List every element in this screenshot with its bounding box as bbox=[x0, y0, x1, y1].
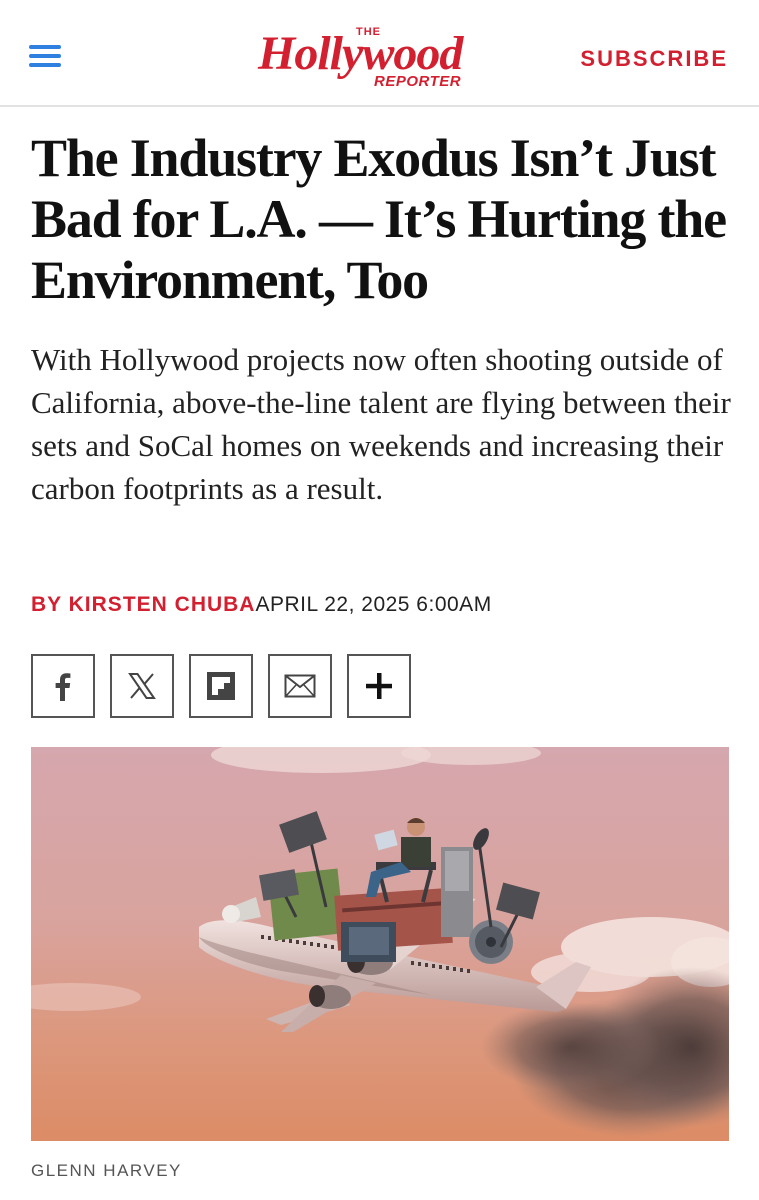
flipboard-icon bbox=[207, 672, 235, 700]
share-email-button[interactable] bbox=[268, 654, 332, 718]
byline-prefix: BY bbox=[31, 593, 69, 616]
site-logo[interactable]: THE Hollywood REPORTER bbox=[256, 26, 506, 92]
author-name: KIRSTEN CHUBA bbox=[68, 593, 256, 616]
logo-reporter-text: REPORTER bbox=[374, 73, 462, 90]
site-header: THE Hollywood REPORTER SUBSCRIBE bbox=[0, 0, 759, 107]
share-facebook-button[interactable] bbox=[31, 654, 95, 718]
author-link[interactable]: BY KIRSTEN CHUBA bbox=[31, 593, 255, 616]
airplane-illustration-image bbox=[31, 747, 729, 1141]
share-more-button[interactable] bbox=[347, 654, 411, 718]
article-headline: The Industry Exodus Isn’t Just Bad for L… bbox=[31, 128, 727, 310]
byline: BY KIRSTEN CHUBAAPRIL 22, 2025 6:00AM bbox=[31, 592, 492, 618]
image-credit: GLENN HARVEY bbox=[31, 1161, 182, 1180]
article-dek: With Hollywood projects now often shooti… bbox=[31, 342, 731, 506]
x-twitter-icon bbox=[128, 673, 156, 699]
subscribe-link[interactable]: SUBSCRIBE bbox=[580, 46, 728, 72]
share-x-button[interactable] bbox=[110, 654, 174, 718]
hero-illustration[interactable] bbox=[31, 747, 729, 1141]
email-icon bbox=[284, 674, 316, 698]
plus-icon bbox=[366, 673, 392, 699]
share-flipboard-button[interactable] bbox=[189, 654, 253, 718]
hamburger-menu-icon[interactable] bbox=[29, 45, 61, 73]
publish-date: APRIL 22, 2025 6:00AM bbox=[255, 593, 492, 616]
facebook-icon bbox=[55, 673, 71, 701]
